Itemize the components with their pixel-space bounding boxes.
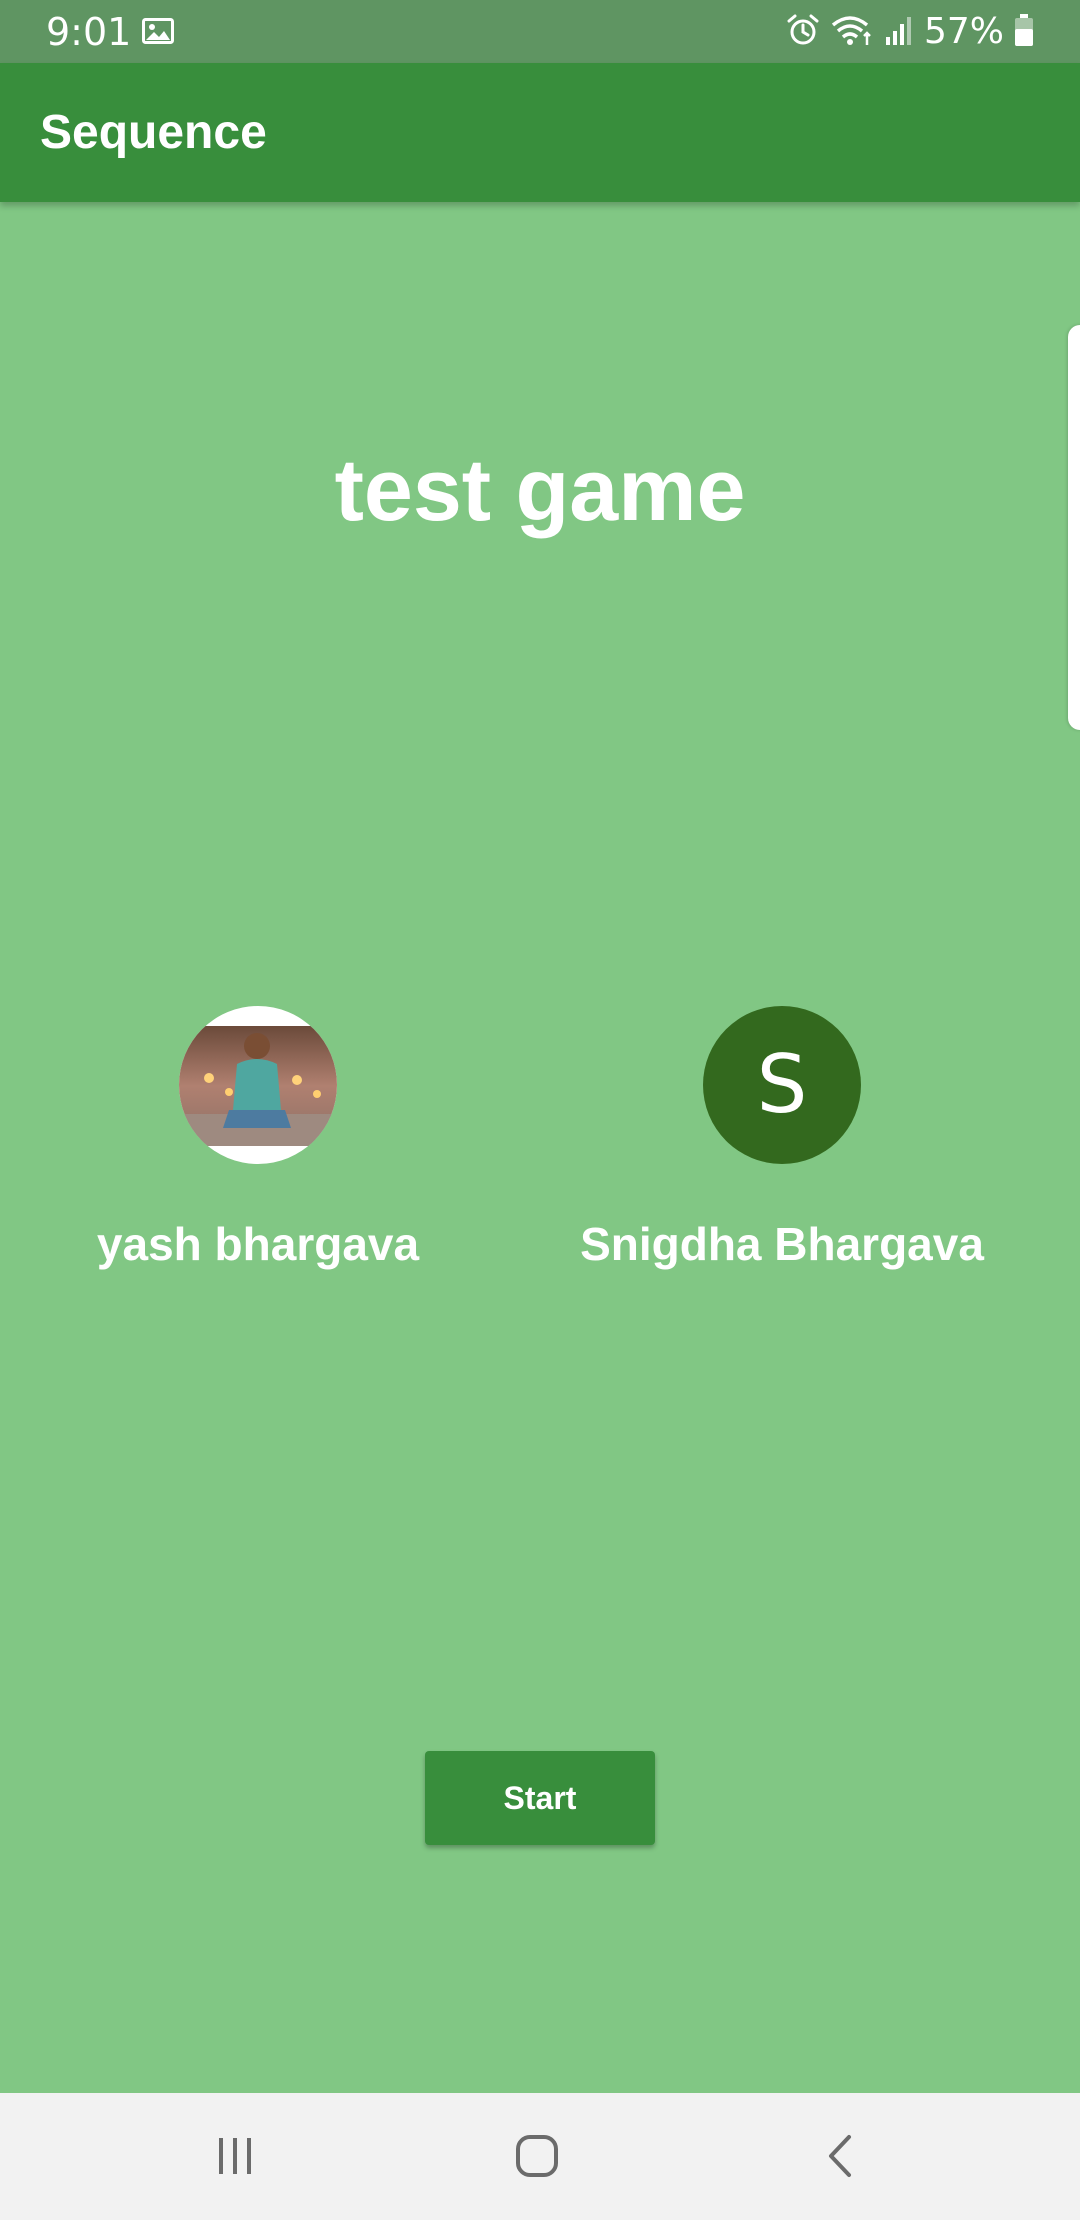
player-card: yash bhargava — [8, 1006, 508, 1272]
status-icons: 57% — [786, 10, 1034, 54]
navigation-bar — [0, 2093, 1080, 2220]
signal-icon — [884, 13, 914, 52]
battery-icon — [1014, 13, 1034, 52]
wifi-icon — [830, 13, 874, 52]
app-bar: Sequence — [0, 63, 1080, 202]
app-title: Sequence — [40, 106, 267, 159]
home-icon[interactable] — [492, 2111, 582, 2201]
battery-percentage: 57% — [923, 11, 1004, 52]
gallery-icon — [142, 18, 174, 44]
back-icon[interactable] — [795, 2111, 885, 2201]
game-title: test game — [334, 440, 746, 539]
player-name: yash bhargava — [96, 1218, 420, 1270]
avatar-initial: S — [703, 1006, 861, 1164]
alarm-icon — [786, 13, 820, 52]
status-bar: 9:01 57% — [0, 0, 1080, 63]
avatar-photo — [179, 1006, 337, 1164]
player-name: Snigdha Bhargava — [580, 1218, 984, 1270]
player-card: S Snigdha Bhargava — [532, 1006, 1032, 1272]
recents-icon[interactable] — [190, 2111, 280, 2201]
start-button[interactable]: Start — [425, 1751, 655, 1845]
status-time: 9:01 — [46, 10, 132, 54]
